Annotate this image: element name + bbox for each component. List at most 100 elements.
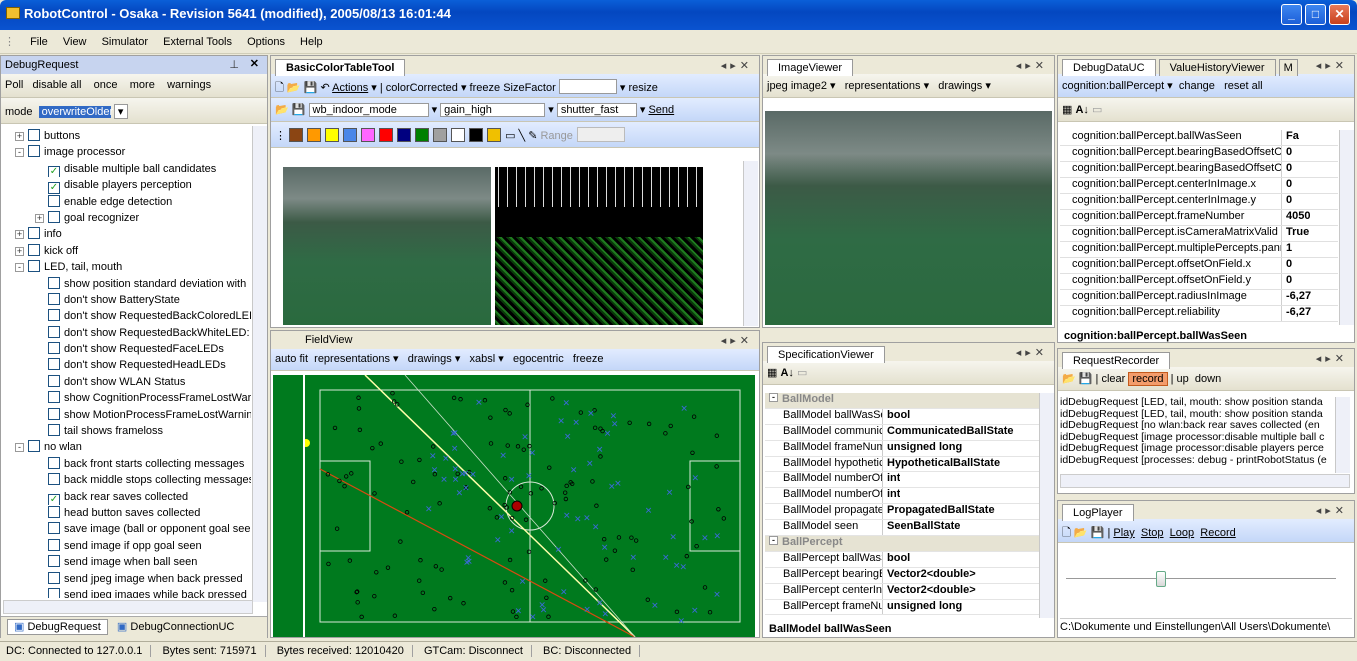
checkbox[interactable]: [28, 129, 40, 141]
save-icon[interactable]: 💾: [292, 104, 306, 116]
minimize-button[interactable]: _: [1281, 4, 1302, 25]
checkbox[interactable]: ✓: [48, 165, 60, 178]
color-swatch[interactable]: [469, 128, 484, 142]
tree-item[interactable]: don't show RequestedHeadLEDs: [5, 357, 251, 373]
panel-controls[interactable]: ◂▸✕: [1316, 59, 1348, 72]
tab-specification-viewer[interactable]: SpecificationViewer: [767, 346, 885, 363]
property-row[interactable]: cognition:ballPercept.bearingBasedOffset…: [1060, 146, 1338, 162]
expand-icon[interactable]: +: [15, 132, 24, 141]
actions-menu[interactable]: Actions: [332, 82, 368, 94]
property-row[interactable]: cognition:ballPercept.reliability -6,27: [1060, 306, 1338, 322]
checkbox[interactable]: [28, 227, 40, 240]
open-icon[interactable]: 📂: [275, 104, 289, 116]
checkbox[interactable]: [48, 309, 60, 322]
tree-item[interactable]: don't show WLAN Status: [5, 374, 251, 390]
egocentric-button[interactable]: egocentric: [513, 353, 564, 365]
xabsl-menu[interactable]: xabsl: [470, 353, 496, 365]
spec-row[interactable]: BallModel hypothetical HypotheticalBallSt…: [765, 456, 1039, 473]
tree-item[interactable]: + kick off: [5, 243, 251, 259]
collapse-icon[interactable]: -: [769, 536, 778, 546]
checkbox[interactable]: [28, 145, 40, 158]
checkbox[interactable]: [48, 522, 60, 535]
expand-icon[interactable]: -: [15, 148, 24, 158]
send-button[interactable]: Send: [648, 104, 674, 116]
line-icon[interactable]: ╲: [519, 130, 529, 142]
property-value[interactable]: 4050: [1282, 210, 1310, 225]
tab-log-player[interactable]: LogPlayer: [1062, 504, 1134, 521]
property-row[interactable]: cognition:ballPercept.multiplePercepts.p…: [1060, 242, 1338, 258]
range-select[interactable]: [576, 127, 625, 142]
sort-az-icon[interactable]: A↓: [780, 367, 793, 379]
color-swatch[interactable]: [487, 128, 502, 142]
color-swatch[interactable]: [415, 128, 430, 142]
color-swatch[interactable]: [433, 128, 448, 142]
representations-menu[interactable]: representations: [845, 80, 921, 92]
gain-select[interactable]: gain_high: [440, 103, 546, 117]
record-button[interactable]: record: [1128, 372, 1168, 386]
undo-icon[interactable]: ↶: [320, 82, 329, 94]
tab-request-recorder[interactable]: RequestRecorder: [1062, 352, 1171, 369]
open-icon[interactable]: 📂: [1062, 373, 1076, 385]
reset-all-button[interactable]: reset all: [1224, 80, 1263, 92]
color-swatch[interactable]: [325, 128, 340, 142]
size-factor-select[interactable]: [558, 79, 617, 94]
horizontal-scrollbar[interactable]: [1060, 474, 1350, 488]
checkbox[interactable]: [48, 358, 60, 371]
disable-all-button[interactable]: disable all: [33, 79, 82, 91]
tree-item[interactable]: send image when ball seen: [5, 554, 251, 570]
pencil-icon[interactable]: ✎: [528, 130, 540, 142]
property-value[interactable]: 0: [1282, 274, 1292, 289]
play-button[interactable]: Play: [1113, 527, 1134, 539]
color-swatch[interactable]: [307, 128, 322, 142]
tree-item[interactable]: - LED, tail, mouth: [5, 259, 251, 275]
panel-controls[interactable]: ◂▸✕: [1316, 504, 1348, 517]
representations-menu[interactable]: representations: [314, 353, 390, 365]
spec-row[interactable]: BallModel numberOfIma int: [765, 488, 1039, 505]
up-button[interactable]: up: [1177, 373, 1189, 385]
vertical-scrollbar[interactable]: [1039, 393, 1054, 618]
menu-options[interactable]: Options: [247, 36, 285, 48]
pin-icon[interactable]: ⊥: [229, 58, 239, 71]
menu-view[interactable]: View: [63, 36, 87, 48]
vertical-scrollbar[interactable]: [252, 126, 267, 602]
vertical-scrollbar[interactable]: [1335, 397, 1350, 473]
checkbox[interactable]: [48, 325, 60, 338]
tree-item[interactable]: don't show RequestedBackWhiteLED:: [5, 325, 251, 341]
property-value[interactable]: 0: [1282, 178, 1292, 193]
vertical-scrollbar[interactable]: [743, 161, 758, 326]
stop-button[interactable]: Stop: [1141, 527, 1164, 539]
spec-row[interactable]: BallModel numberOfIma int: [765, 472, 1039, 489]
color-swatch[interactable]: [451, 128, 466, 142]
tab-image-viewer[interactable]: ImageViewer: [767, 59, 853, 76]
tab-basic-color-table[interactable]: BasicColorTableTool: [275, 59, 406, 76]
property-value[interactable]: 0: [1282, 194, 1292, 209]
spec-row[interactable]: BallPercept bearingBasi Vector2<double>: [765, 567, 1039, 584]
soccer-field[interactable]: ✕ ✕ ✕ ✕ ✕ ✕ ✕ ✕ ✕ ✕ ✕ ✕ ✕ ✕ ✕ ✕ ✕ ✕ ✕ ✕ ✕ ✕ ✕ ✕ ✕ ✕ ✕ ✕ ✕ ✕ ✕ ✕ ✕ ✕ ✕ ✕ ✕ ✕ ✕ ✕…: [305, 375, 755, 637]
tree-item[interactable]: don't show RequestedFaceLEDs: [5, 341, 251, 357]
collapse-icon[interactable]: -: [769, 393, 778, 402]
position-slider-thumb[interactable]: [1155, 571, 1166, 587]
once-button[interactable]: once: [94, 79, 118, 91]
property-pages-icon[interactable]: ▭: [1092, 104, 1102, 116]
checkbox[interactable]: [48, 210, 60, 223]
tree-item[interactable]: back middle stops collecting messages: [5, 472, 251, 488]
save-icon[interactable]: 💾: [304, 82, 318, 94]
list-item[interactable]: idDebugRequest [LED, tail, mouth: show p…: [1060, 397, 1334, 409]
tab-debug-request[interactable]: ▣ DebugRequest: [7, 619, 108, 635]
checkbox[interactable]: [48, 194, 60, 207]
auto-fit-button[interactable]: auto fit: [275, 353, 308, 365]
color-swatch[interactable]: [397, 128, 412, 142]
warnings-button[interactable]: warnings: [167, 79, 211, 91]
color-swatch[interactable]: [361, 128, 376, 142]
expand-icon[interactable]: -: [15, 443, 24, 453]
drawings-menu[interactable]: drawings: [938, 80, 982, 92]
property-row[interactable]: cognition:ballPercept.centerInImage.x 0: [1060, 178, 1338, 194]
menu-external-tools[interactable]: External Tools: [163, 36, 232, 48]
tree-item[interactable]: + buttons: [5, 128, 251, 144]
new-icon[interactable]: 🗋: [1062, 527, 1071, 539]
open-icon[interactable]: 📂: [1074, 527, 1088, 539]
tree-item[interactable]: + info: [5, 226, 251, 242]
checkbox[interactable]: [48, 456, 60, 469]
tree-item[interactable]: back front starts collecting messages: [5, 456, 251, 472]
checkbox[interactable]: ✓: [48, 493, 60, 505]
